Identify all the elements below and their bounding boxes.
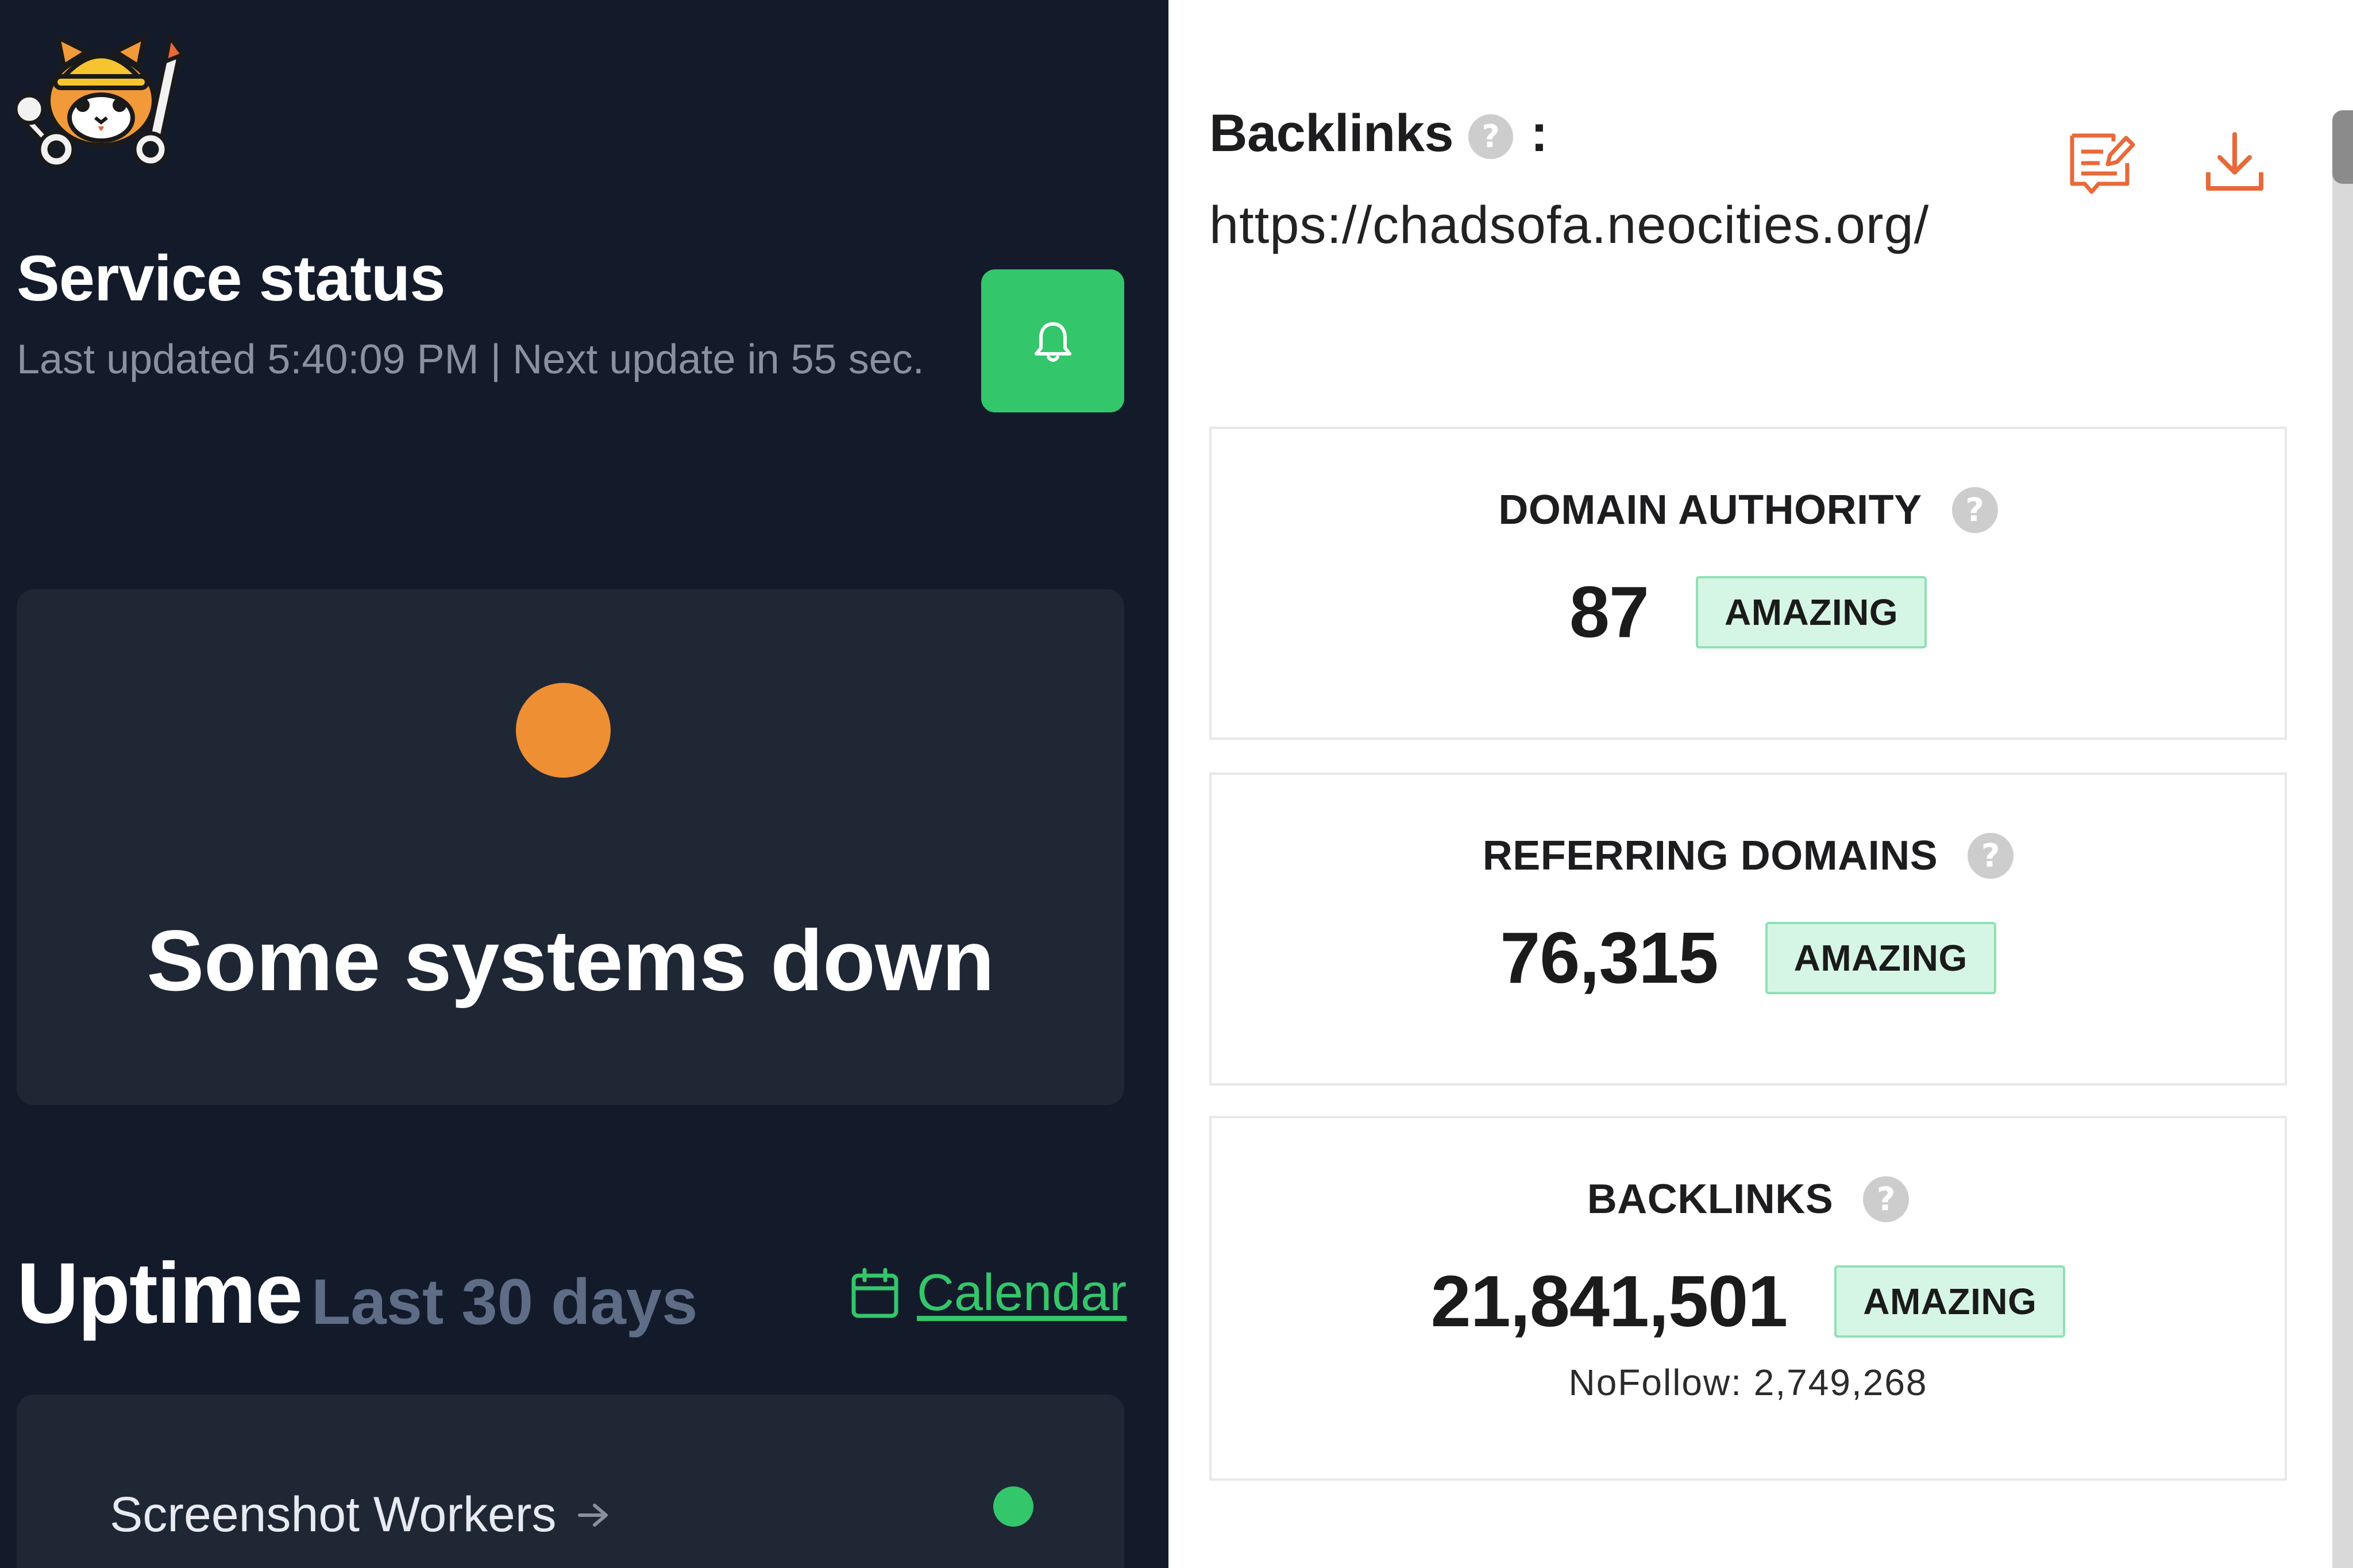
uptime-period: Last 30 days — [311, 1266, 698, 1338]
metric-header: BACKLINKS ? — [1212, 1176, 2285, 1223]
service-status-indicator — [993, 1486, 1033, 1527]
backlinks-count-card: BACKLINKS ? 21,841,501 AMAZING NoFollow:… — [1209, 1116, 2287, 1481]
metric-value: 87 — [1569, 571, 1649, 652]
metric-value-row: 21,841,501 AMAZING — [1212, 1260, 2285, 1343]
service-link-screenshot-workers[interactable]: Screenshot Workers — [110, 1486, 611, 1543]
edit-report-icon[interactable] — [2067, 131, 2135, 194]
notification-button[interactable] — [981, 269, 1124, 412]
help-icon[interactable]: ? — [1863, 1176, 1910, 1222]
help-icon[interactable]: ? — [1468, 114, 1514, 159]
mascot-logo — [15, 32, 186, 169]
metric-label: REFERRING DOMAINS — [1482, 833, 1938, 879]
status-indicator — [516, 683, 611, 778]
rating-badge: AMAZING — [1696, 576, 1927, 648]
metric-value-row: 87 AMAZING — [1212, 570, 2285, 654]
metric-label: DOMAIN AUTHORITY — [1498, 487, 1922, 533]
nofollow-count: NoFollow: 2,749,268 — [1568, 1362, 1928, 1403]
uptime-service-card: Screenshot Workers — [17, 1395, 1124, 1568]
metric-value: 21,841,501 — [1430, 1261, 1788, 1342]
uptime-heading: Uptime — [17, 1245, 303, 1341]
calendar-icon — [851, 1268, 898, 1318]
domain-authority-card: DOMAIN AUTHORITY ? 87 AMAZING — [1209, 427, 2287, 740]
download-icon[interactable] — [2205, 131, 2265, 194]
scrollbar-thumb[interactable] — [2332, 110, 2353, 184]
help-icon[interactable]: ? — [1951, 487, 1998, 533]
metric-header: REFERRING DOMAINS ? — [1212, 832, 2285, 879]
backlinks-title: Backlinks — [1209, 104, 1454, 163]
title-colon: : — [1530, 104, 1548, 163]
backlinks-heading: Backlinks ? : — [1209, 103, 1548, 164]
backlinks-panel: Backlinks ? : https://chadsofa.neocities… — [1168, 0, 2353, 1568]
service-name: Screenshot Workers — [110, 1487, 557, 1542]
referring-domains-card: REFERRING DOMAINS ? 76,315 AMAZING — [1209, 773, 2287, 1086]
calendar-link[interactable]: Calendar — [850, 1264, 1127, 1323]
help-icon[interactable]: ? — [1968, 833, 2014, 879]
service-status-panel: Service status Last updated 5:40:09 PM |… — [0, 0, 1168, 1568]
bell-icon — [1034, 322, 1071, 362]
metric-value: 76,315 — [1500, 917, 1718, 998]
system-status-card: Some systems down — [17, 589, 1124, 1105]
scrollbar-track[interactable] — [2332, 110, 2353, 1568]
calendar-label: Calendar — [917, 1264, 1127, 1322]
target-url: https://chadsofa.neocities.org/ — [1209, 196, 1930, 254]
rating-badge: AMAZING — [1834, 1265, 2066, 1338]
metric-header: DOMAIN AUTHORITY ? — [1212, 486, 2285, 534]
arrow-right-icon — [577, 1503, 608, 1527]
rating-badge: AMAZING — [1765, 921, 1996, 994]
page-title: Service status — [17, 242, 446, 314]
last-updated-text: Last updated 5:40:09 PM | Next update in… — [17, 337, 924, 383]
metric-label: BACKLINKS — [1587, 1176, 1834, 1222]
metric-value-row: 76,315 AMAZING — [1212, 916, 2285, 999]
status-message: Some systems down — [146, 912, 994, 1009]
